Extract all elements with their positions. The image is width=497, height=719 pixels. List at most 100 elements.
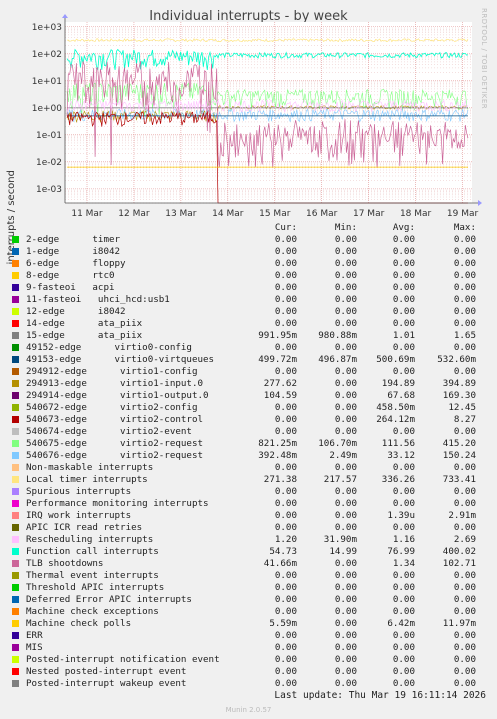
legend-swatch — [12, 392, 19, 399]
legend-value-cur: 54.73 — [269, 546, 297, 557]
legend-value-max: 0.00 — [453, 594, 476, 605]
legend-swatch — [12, 236, 19, 243]
legend-value-max: 0.00 — [453, 630, 476, 641]
legend-swatch — [12, 356, 19, 363]
legend-value-max: 0.00 — [453, 498, 476, 509]
legend-swatch — [12, 440, 19, 447]
legend-value-avg: 0.00 — [392, 666, 415, 677]
legend-value-cur: 499.72m — [258, 354, 297, 365]
legend-swatch — [12, 368, 19, 375]
legend-value-avg: 0.00 — [392, 282, 415, 293]
legend-value-max: 102.71 — [442, 558, 476, 569]
legend-value-min: 0.00 — [334, 558, 357, 569]
legend-value-min: 0.00 — [334, 246, 357, 257]
munin-version: Munin 2.0.57 — [225, 706, 272, 714]
legend-value-max: 0.00 — [453, 426, 476, 437]
legend-value-max: 0.00 — [453, 234, 476, 245]
legend-row: Spurious interrupts 0.00 0.00 0.00 0.00 — [0, 486, 497, 498]
legend-swatch — [12, 416, 19, 423]
legend-value-cur: 0.00 — [274, 498, 297, 509]
legend-series-name: Machine check exceptions — [26, 606, 159, 617]
y-tick-label: 1e-02 — [36, 158, 62, 168]
legend-value-min: 0.00 — [334, 570, 357, 581]
legend-swatch — [12, 536, 19, 543]
legend-value-avg: 0.00 — [392, 678, 415, 689]
legend-value-avg: 194.89 — [381, 378, 415, 389]
legend-value-max: 0.00 — [453, 678, 476, 689]
legend-value-max: 1.65 — [453, 330, 476, 341]
legend-value-max: 12.45 — [448, 402, 476, 413]
legend-value-avg: 0.00 — [392, 426, 415, 437]
legend-row: 540672-edge virtio2-config 0.00 0.00 458.50… — [0, 402, 497, 414]
legend-swatch — [12, 596, 19, 603]
legend-value-max: 0.00 — [453, 258, 476, 269]
legend-value-avg: 0.00 — [392, 366, 415, 377]
legend-value-max: 0.00 — [453, 570, 476, 581]
legend-value-max: 0.00 — [453, 246, 476, 257]
chart-plot: 1e+03 1e+02 1e+01 1e+00 1e-01 1e-02 1e-03 11 Ma… — [32, 14, 482, 219]
legend-value-cur: 0.00 — [274, 642, 297, 653]
legend-column-header: Min: — [334, 222, 357, 233]
legend-value-cur: 0.00 — [274, 486, 297, 497]
legend-value-min: 0.00 — [334, 510, 357, 521]
legend-value-min: 0.00 — [334, 378, 357, 389]
legend-row: Posted-interrupt wakeup event 0.00 0.00 0.0… — [0, 678, 497, 690]
legend-series-name: Posted-interrupt wakeup event — [26, 678, 187, 689]
legend-value-min: 0.00 — [334, 318, 357, 329]
legend-value-cur: 0.00 — [274, 246, 297, 257]
legend-value-max: 532.60m — [437, 354, 476, 365]
legend-series-name: 12-edge i8042 — [26, 306, 126, 317]
legend-swatch — [12, 284, 19, 291]
legend-value-avg: 67.68 — [387, 390, 415, 401]
legend-row: 49153-edge virtio0-virtqueues 499.72m 496.… — [0, 354, 497, 366]
legend-value-cur: 0.00 — [274, 570, 297, 581]
legend-series-name: Machine check polls — [26, 618, 132, 629]
legend-value-avg: 0.00 — [392, 234, 415, 245]
legend-value-min: 0.00 — [334, 390, 357, 401]
legend-swatch — [12, 332, 19, 339]
legend-value-max: 0.00 — [453, 366, 476, 377]
legend-value-max: 169.30 — [442, 390, 476, 401]
legend-series-name: Function call interrupts — [26, 546, 159, 557]
x-tick-label: 18 Mar — [400, 209, 432, 219]
legend-swatch — [12, 308, 19, 315]
legend-swatch — [12, 272, 19, 279]
legend-value-min: 0.00 — [334, 654, 357, 665]
legend-series-name: Rescheduling interrupts — [26, 534, 154, 545]
legend-value-avg: 0.00 — [392, 522, 415, 533]
legend-value-min: 0.00 — [334, 498, 357, 509]
legend-row: IRQ work interrupts 0.00 0.00 1.39u 2.91m — [0, 510, 497, 522]
legend-value-avg: 1.34 — [392, 558, 415, 569]
legend-column-header: Avg: — [392, 222, 415, 233]
legend-value-min: 2.49m — [329, 450, 357, 461]
legend-value-cur: 0.00 — [274, 414, 297, 425]
legend-swatch — [12, 512, 19, 519]
legend-value-cur: 0.00 — [274, 270, 297, 281]
legend-value-cur: 0.00 — [274, 426, 297, 437]
legend-value-avg: 336.26 — [381, 474, 415, 485]
legend-row: MIS 0.00 0.00 0.00 0.00 — [0, 642, 497, 654]
legend-value-min: 106.70m — [318, 438, 357, 449]
legend-swatch — [12, 404, 19, 411]
legend-value-max: 0.00 — [453, 666, 476, 677]
legend-value-max: 400.02 — [442, 546, 476, 557]
legend-series-name: ERR — [26, 630, 43, 641]
legend-row: Performance monitoring interrupts 0.00 0.0… — [0, 498, 497, 510]
legend-value-min: 31.90m — [323, 534, 357, 545]
legend-value-cur: 0.00 — [274, 654, 297, 665]
legend-row: 15-edge ata_piix 991.95m 980.88m 1.01 1.65 — [0, 330, 497, 342]
legend-swatch — [12, 488, 19, 495]
legend-value-avg: 0.00 — [392, 294, 415, 305]
legend-swatch — [12, 620, 19, 627]
legend-value-min: 0.00 — [334, 594, 357, 605]
legend-value-avg: 0.00 — [392, 630, 415, 641]
legend-value-cur: 0.00 — [274, 462, 297, 473]
y-tick-label: 1e-03 — [36, 185, 62, 195]
legend-row: 540675-edge virtio2-request 821.25m 106.70… — [0, 438, 497, 450]
legend-swatch — [12, 452, 19, 459]
legend-value-cur: 0.00 — [274, 234, 297, 245]
legend-value-min: 217.57 — [323, 474, 357, 485]
legend-series-name: 6-edge floppy — [26, 258, 126, 269]
legend-series-name: 15-edge ata_piix — [26, 330, 143, 341]
y-axis-arrow — [62, 14, 68, 18]
